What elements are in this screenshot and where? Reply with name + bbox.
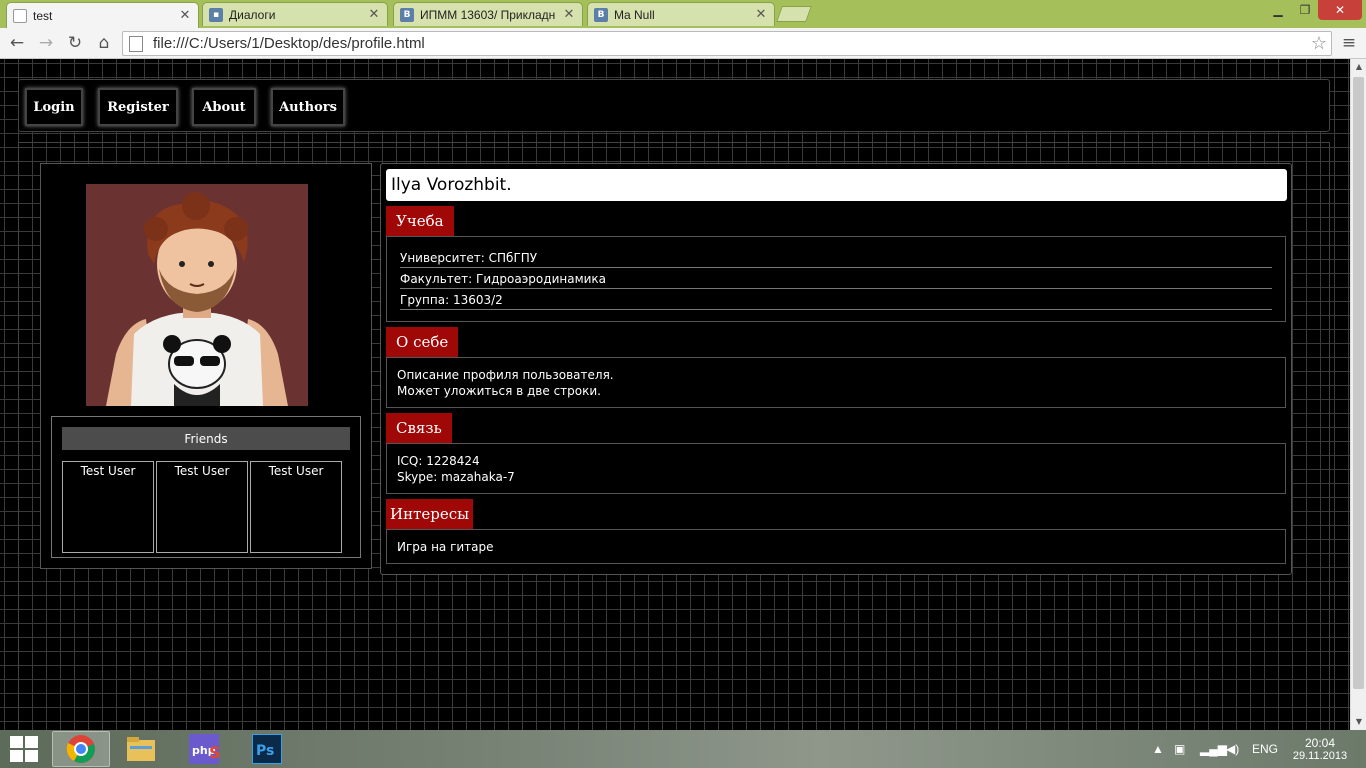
about-line: Может уложиться в две строки.: [397, 384, 601, 398]
home-icon[interactable]: ⌂: [93, 32, 115, 54]
taskbar: php S Ps ▲ ▣ ▂▄▆ ◀) ENG 20:04 29.11.2013: [0, 730, 1366, 768]
show-hidden-icons[interactable]: ▲: [1152, 730, 1164, 768]
address-bar[interactable]: file:///C:/Users/1/Desktop/des/profile.h…: [122, 31, 1332, 56]
svg-text:S: S: [209, 743, 219, 762]
register-button[interactable]: Register: [98, 88, 178, 126]
top-nav: Login Register About Authors: [18, 79, 1330, 132]
tab-title: test: [33, 8, 53, 23]
friend-name[interactable]: Test User: [175, 464, 230, 478]
study-group: Группа: 13603/2: [400, 290, 1272, 310]
study-faculty: Факультет: Гидроаэродинамика: [400, 269, 1272, 289]
tab-dialogs[interactable]: ▪ Диалоги ✕: [202, 2, 388, 26]
section-title-contact: Связь: [386, 413, 452, 443]
main-content: Friends Test User Test User Test User Il…: [18, 142, 1330, 730]
scroll-down-icon[interactable]: ▼: [1351, 714, 1366, 730]
chat-icon: ▪: [209, 7, 223, 22]
tab-ma-null[interactable]: B Ma Null ✕: [587, 2, 775, 26]
friend-name[interactable]: Test User: [81, 464, 136, 478]
close-icon[interactable]: ✕: [367, 7, 381, 22]
page-scrollbar[interactable]: ▲ ▼: [1350, 59, 1366, 730]
close-icon[interactable]: ✕: [754, 7, 768, 22]
back-icon[interactable]: ←: [6, 32, 28, 54]
close-icon[interactable]: ✕: [178, 8, 192, 23]
volume-icon[interactable]: ◀): [1226, 730, 1239, 768]
close-window-icon[interactable]: ✕: [1318, 0, 1362, 20]
clock-date: 29.11.2013: [1292, 750, 1348, 762]
section-interests: Игра на гитаре: [386, 529, 1286, 564]
friend-card[interactable]: Test User: [250, 461, 342, 553]
friend-name[interactable]: Test User: [269, 464, 324, 478]
scrollbar-thumb[interactable]: [1353, 77, 1364, 689]
friends-panel: Friends Test User Test User Test User: [51, 416, 361, 558]
scroll-up-icon[interactable]: ▲: [1351, 59, 1366, 75]
tab-title: Ma Null: [614, 7, 655, 22]
about-line: Описание профиля пользователя.: [397, 368, 614, 382]
page-icon: [13, 8, 27, 23]
about-button[interactable]: About: [192, 88, 256, 126]
clock[interactable]: 20:04 29.11.2013: [1290, 730, 1350, 768]
friend-card[interactable]: Test User: [156, 461, 248, 553]
avatar: [86, 184, 308, 406]
windows-start-icon[interactable]: [10, 736, 38, 762]
vk-icon: B: [400, 7, 414, 22]
profile-name: Ilya Vorozhbit.: [386, 169, 1287, 201]
svg-text:Ps: Ps: [256, 743, 274, 759]
profile-sidebar: Friends Test User Test User Test User: [40, 163, 372, 569]
page-icon: [129, 35, 143, 52]
photoshop-icon[interactable]: Ps: [238, 731, 296, 767]
tab-test[interactable]: test ✕: [6, 2, 199, 28]
forward-icon[interactable]: →: [35, 32, 57, 54]
section-title-interests: Интересы: [386, 499, 474, 529]
phpstorm-icon[interactable]: php S: [175, 731, 233, 767]
login-button[interactable]: Login: [25, 88, 83, 126]
chrome-taskbar-icon[interactable]: [52, 731, 110, 767]
tab-title: Диалоги: [229, 7, 276, 22]
section-title-study: Учеба: [386, 206, 454, 236]
friend-card[interactable]: Test User: [62, 461, 154, 553]
section-study: Университет: СПбГПУ Факультет: Гидроаэро…: [386, 236, 1286, 322]
section-about: Описание профиля пользователя. Может уло…: [386, 357, 1286, 408]
menu-icon[interactable]: ≡: [1338, 32, 1360, 54]
minimize-icon[interactable]: ▁: [1264, 0, 1292, 20]
bookmark-star-icon[interactable]: ☆: [1307, 33, 1331, 54]
vk-icon: B: [594, 7, 608, 22]
study-university: Университет: СПбГПУ: [400, 248, 1272, 268]
browser-tab-strip: test ✕ ▪ Диалоги ✕ B ИПММ 13603/ Приклад…: [0, 0, 1366, 28]
language-indicator[interactable]: ENG: [1252, 730, 1278, 768]
page-viewport: Login Register About Authors Friends Tes…: [0, 59, 1350, 730]
reload-icon[interactable]: ↻: [64, 32, 86, 54]
address-text[interactable]: file:///C:/Users/1/Desktop/des/profile.h…: [153, 35, 1307, 52]
section-contact: ICQ: 1228424 Skype: mazahaka-7: [386, 443, 1286, 494]
section-title-about: О себе: [386, 327, 459, 357]
tab-title: ИПММ 13603/ Прикладн: [420, 7, 556, 22]
interest-item: Игра на гитаре: [397, 540, 494, 554]
close-icon[interactable]: ✕: [562, 7, 576, 22]
language-bar-icon[interactable]: ▣: [1174, 730, 1185, 768]
maximize-icon[interactable]: ❐: [1292, 0, 1318, 20]
friends-title: Friends: [62, 427, 350, 450]
file-explorer-icon[interactable]: [112, 731, 170, 767]
profile-details: Ilya Vorozhbit. Учеба Университет: СПбГП…: [380, 163, 1292, 575]
new-tab-button[interactable]: [776, 6, 812, 22]
avatar-illustration: [86, 184, 308, 406]
clock-time: 20:04: [1304, 736, 1336, 750]
contact-icq: ICQ: 1228424: [397, 454, 480, 468]
tab-ipmm[interactable]: B ИПММ 13603/ Прикладн ✕: [393, 2, 583, 26]
contact-skype: Skype: mazahaka-7: [397, 470, 515, 484]
network-icon[interactable]: ▂▄▆: [1200, 730, 1227, 768]
browser-toolbar: ← → ↻ ⌂ file:///C:/Users/1/Desktop/des/p…: [0, 28, 1366, 59]
authors-button[interactable]: Authors: [271, 88, 345, 126]
